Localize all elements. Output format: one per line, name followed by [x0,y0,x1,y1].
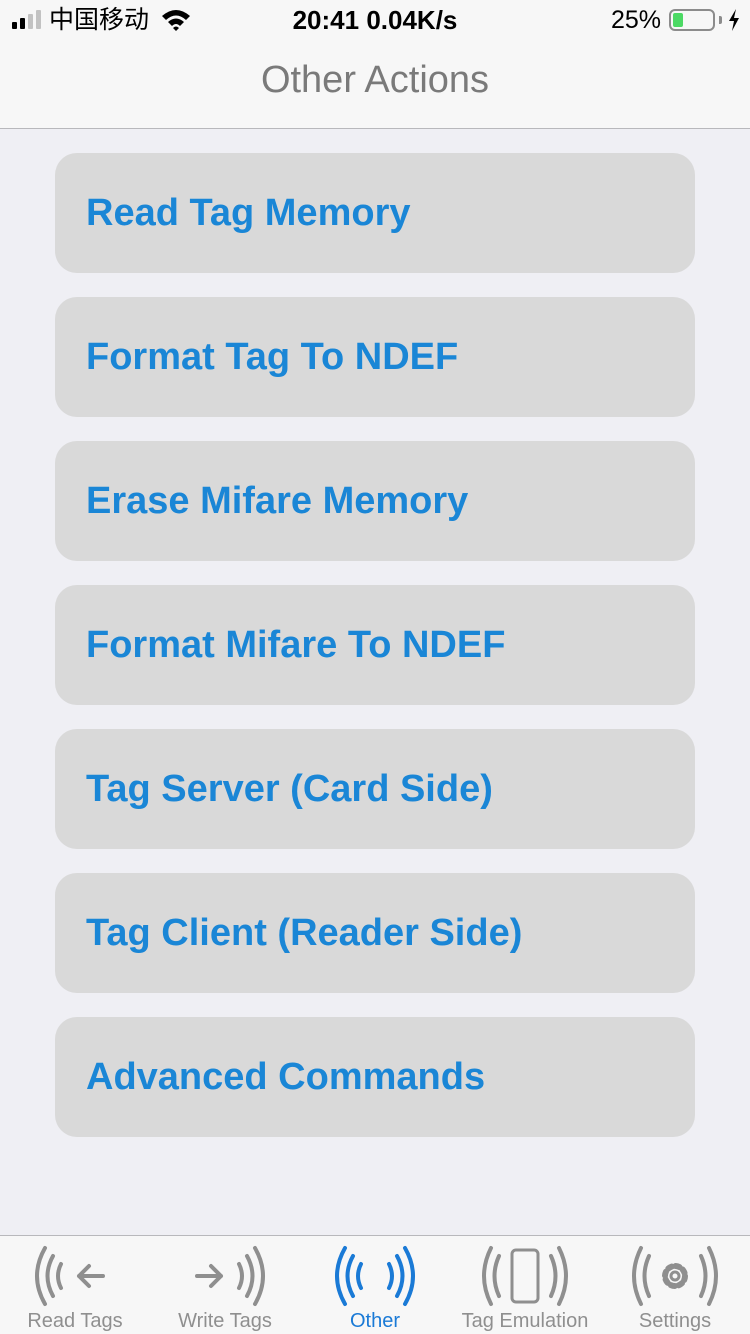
phone-emulation-icon [482,1246,568,1306]
read-tag-memory-button[interactable]: Read Tag Memory [55,153,695,273]
read-tags-icon [35,1246,105,1306]
tab-label: Other [349,1310,401,1332]
charging-bolt-icon [729,9,739,31]
action-label: Format Tag To NDEF [86,335,459,378]
navigation-bar: Other Actions [0,40,750,129]
battery-icon [669,9,715,31]
action-label: Advanced Commands [86,1055,486,1098]
action-label: Tag Client (Reader Side) [86,911,523,954]
action-label: Read Tag Memory [86,191,411,234]
tab-settings[interactable]: Settings [600,1236,750,1334]
action-label: Format Mifare To NDEF [86,623,506,666]
tab-label: Tag Emulation [461,1310,589,1332]
tab-tag-emulation[interactable]: Tag Emulation [450,1236,600,1334]
advanced-commands-button[interactable]: Advanced Commands [55,1017,695,1137]
status-bar: 中国移动 20:41 0.04K/s 25% [0,0,750,40]
tag-client-reader-side-button[interactable]: Tag Client (Reader Side) [55,873,695,993]
nfc-waves-icon [335,1246,415,1306]
status-right: 25% [611,6,740,34]
tab-label: Read Tags [27,1310,123,1332]
battery-fill [673,13,683,27]
tab-read-tags[interactable]: Read Tags [0,1236,150,1334]
tab-label: Write Tags [178,1310,272,1332]
write-tags-icon [195,1246,265,1306]
format-mifare-to-ndef-button[interactable]: Format Mifare To NDEF [55,585,695,705]
action-list: Read Tag Memory Format Tag To NDEF Erase… [55,153,695,1161]
battery-percent: 25% [610,6,661,34]
action-label: Tag Server (Card Side) [86,767,493,810]
tab-label: Settings [638,1310,712,1332]
tab-bar: Read Tags Write Tags Other Tag Emulation… [0,1235,750,1334]
gear-icon [632,1246,718,1306]
battery-tip [719,16,722,24]
erase-mifare-memory-button[interactable]: Erase Mifare Memory [55,441,695,561]
tab-write-tags[interactable]: Write Tags [150,1236,300,1334]
tag-server-card-side-button[interactable]: Tag Server (Card Side) [55,729,695,849]
screen: 中国移动 20:41 0.04K/s 25% Other Actions Rea… [0,0,750,1334]
tab-other[interactable]: Other [300,1236,450,1334]
action-label: Erase Mifare Memory [86,479,469,522]
page-title: Other Actions [260,59,490,101]
format-tag-to-ndef-button[interactable]: Format Tag To NDEF [55,297,695,417]
